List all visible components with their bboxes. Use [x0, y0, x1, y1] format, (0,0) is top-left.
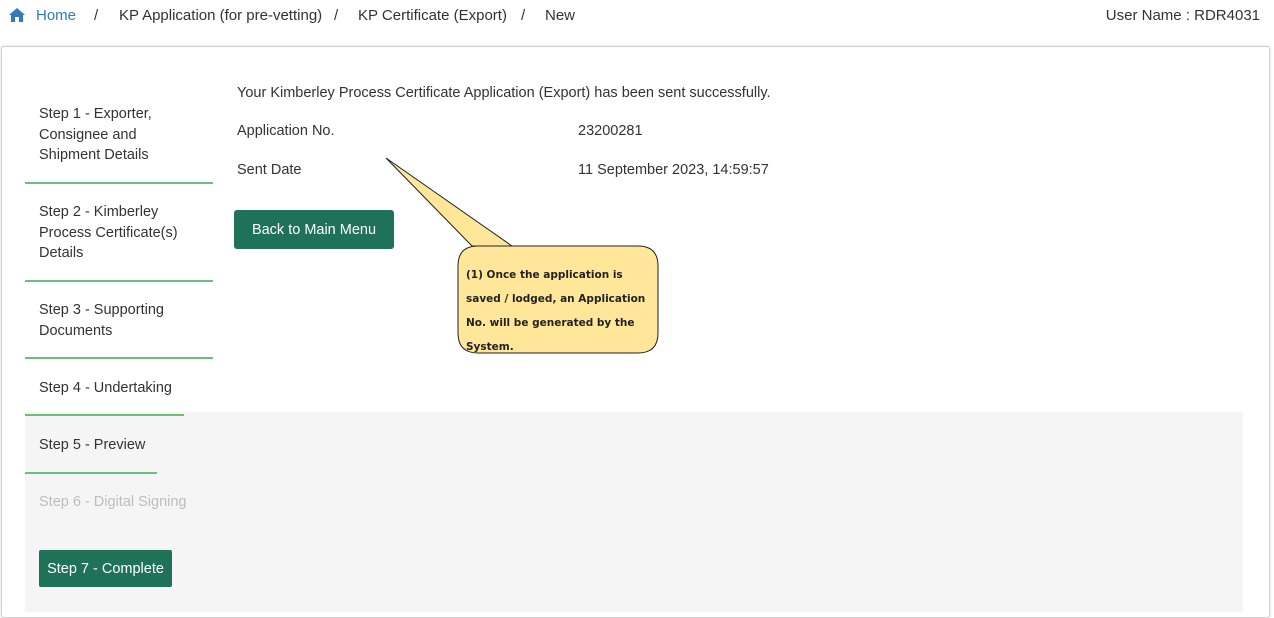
- breadcrumb-separator: /: [521, 7, 526, 24]
- breadcrumb-separator: /: [94, 7, 99, 24]
- back-to-main-menu-button[interactable]: Back to Main Menu: [234, 210, 394, 249]
- top-bar: Home / KP Application (for pre-vetting) …: [0, 0, 1274, 32]
- user-name-label: User Name : RDR4031: [1105, 7, 1260, 24]
- breadcrumb-kp-certificate[interactable]: KP Certificate (Export): [358, 7, 507, 24]
- step-3-underline: [25, 357, 213, 359]
- breadcrumb-separator: /: [334, 7, 339, 24]
- step-3-supporting-documents[interactable]: Step 3 - Supporting Documents: [39, 300, 189, 341]
- step-4-underline: [25, 414, 184, 416]
- sent-date-label: Sent Date: [237, 162, 302, 178]
- step-2-certificate-details[interactable]: Step 2 - Kimberley Process Certificate(s…: [39, 202, 199, 264]
- breadcrumb-kp-application[interactable]: KP Application (for pre-vetting): [119, 7, 322, 24]
- application-no-value: 23200281: [578, 123, 643, 139]
- home-icon[interactable]: [9, 8, 25, 22]
- step-1-underline: [25, 182, 213, 184]
- step-6-digital-signing: Step 6 - Digital Signing: [39, 494, 187, 510]
- step-4-undertaking[interactable]: Step 4 - Undertaking: [39, 378, 209, 399]
- breadcrumb-home-link[interactable]: Home: [36, 7, 76, 24]
- callout-text: (1) Once the application is saved / lodg…: [466, 269, 646, 353]
- step-1-exporter-details[interactable]: Step 1 - Exporter, Consignee and Shipmen…: [39, 104, 179, 166]
- application-no-label: Application No.: [237, 123, 335, 139]
- step-5-preview[interactable]: Step 5 - Preview: [39, 435, 189, 456]
- success-message: Your Kimberley Process Certificate Appli…: [237, 85, 771, 101]
- step-7-complete-button[interactable]: Step 7 - Complete: [39, 550, 172, 587]
- step-2-underline: [25, 280, 213, 282]
- breadcrumb-current-page: New: [545, 7, 576, 24]
- step-5-underline: [25, 472, 157, 474]
